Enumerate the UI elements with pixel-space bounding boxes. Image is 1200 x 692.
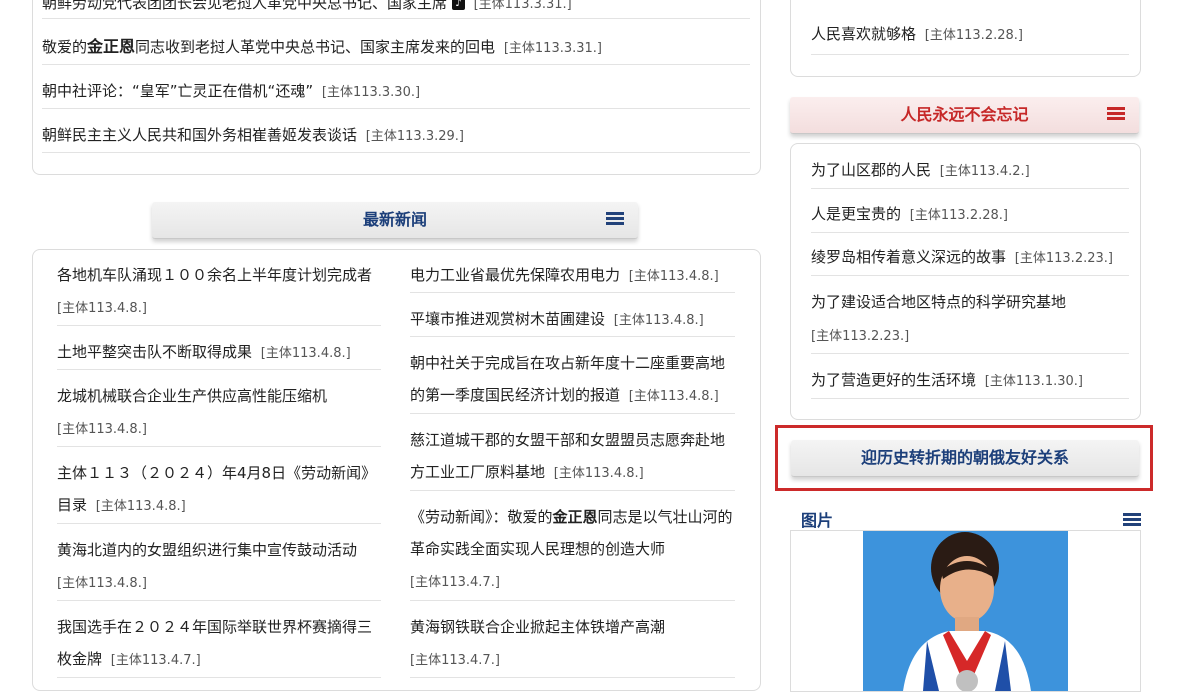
right-top-panel: 人民喜欢就够格 [主体113.2.28.] [790, 0, 1141, 77]
list-item[interactable]: 黄海钢铁联合企业掀起主体铁增产高潮 [主体113.4.7.] [410, 611, 735, 678]
feature-banner-label: 迎历史转折期的朝俄友好关系 [860, 448, 1069, 467]
list-item[interactable]: 人民喜欢就够格 [主体113.2.28.] [811, 18, 1129, 55]
news-date: [主体113.2.28.] [924, 28, 1023, 43]
list-item[interactable]: 人是更宝贵的 [主体113.2.28.] [811, 198, 1129, 233]
news-date: [主体113.4.2.] [939, 164, 1030, 179]
leader-name: 金正恩 [552, 508, 598, 526]
news-link[interactable]: 《劳动新闻》：敬爱的金正恩同志是以气壮山河的革命实践全面实现人民理想的创造大师 [410, 508, 733, 558]
news-date: [主体113.3.29.] [365, 129, 464, 144]
news-date: [主体113.4.8.] [613, 313, 704, 328]
news-date: [主体113.4.8.] [628, 269, 719, 284]
news-date: [主体113.4.8.] [57, 576, 147, 591]
list-item[interactable]: 敬爱的金正恩同志收到老挝人革党中央总书记、国家主席发来的回电 [主体113.3.… [42, 36, 750, 65]
news-date: [主体113.4.8.] [628, 389, 719, 404]
list-item[interactable]: 《劳动新闻》：敬爱的金正恩同志是以气壮山河的革命实践全面实现人民理想的创造大师 … [410, 501, 735, 601]
section-title: 人民永远不会忘记 [900, 105, 1029, 124]
news-link[interactable]: 朝鲜民主主义人民共和国外务相崔善姬发表谈话 [42, 126, 357, 144]
list-item[interactable]: 朝中社评论：“皇军”亡灵正在借机“还魂” [主体113.3.30.] [42, 80, 750, 109]
news-link[interactable]: 朝鲜劳动党代表团团长会见老挝人革党中央总书记、国家主席 [42, 0, 447, 12]
news-date: [主体113.4.8.] [553, 466, 644, 481]
news-date: [主体113.4.7.] [410, 575, 500, 590]
list-item[interactable]: 绫罗岛相传着意义深远的故事 [主体113.2.23.] [811, 241, 1129, 276]
news-date: [主体113.3.31.] [503, 41, 602, 56]
news-link[interactable]: 为了营造更好的生活环境 [811, 371, 976, 389]
news-link[interactable]: 电力工业省最优先保障农用电力 [410, 266, 620, 284]
news-date: [主体113.4.8.] [95, 499, 186, 514]
list-item[interactable]: 朝鲜民主主义人民共和国外务相崔善姬发表谈话 [主体113.3.29.] [42, 124, 750, 153]
list-item[interactable]: 我国选手在２０２４年国际举联世界杯赛摘得三枚金牌 [主体113.4.7.] [57, 611, 381, 678]
news-link[interactable]: 黄海北道内的女盟组织进行集中宣传鼓动活动 [57, 541, 357, 559]
leader-name: 金正恩 [87, 37, 136, 56]
news-link[interactable]: 黄海钢铁联合企业掀起主体铁增产高潮 [410, 618, 665, 636]
list-icon[interactable] [1123, 513, 1141, 529]
news-link[interactable]: 绫罗岛相传着意义深远的故事 [811, 248, 1006, 266]
list-item[interactable]: 朝中社关于完成旨在攻占新年度十二座重要高地的第一季度国民经济计划的报道 [主体1… [410, 347, 735, 414]
news-title-part: 同志收到老挝人革党中央总书记、国家主席发来的回电 [135, 38, 496, 56]
news-link[interactable]: 各地机车队涌现１００余名上半年度计划完成者 [57, 266, 372, 284]
list-item[interactable]: 土地平整突击队不断取得成果 [主体113.4.8.] [57, 336, 381, 370]
feature-banner[interactable]: 迎历史转折期的朝俄友好关系 [791, 440, 1139, 477]
picture-box [790, 530, 1141, 692]
news-date: [主体113.4.8.] [260, 346, 351, 361]
never-forget-heading[interactable]: 人民永远不会忘记 [790, 97, 1139, 134]
never-forget-panel: 为了山区郡的人民 [主体113.4.2.] 人是更宝贵的 [主体113.2.28… [790, 143, 1141, 420]
pictures-heading[interactable]: 图片 [801, 507, 833, 531]
news-link[interactable]: 土地平整突击队不断取得成果 [57, 343, 252, 361]
list-item[interactable]: 慈江道城干郡的女盟干部和女盟盟员志愿奔赴地方工业工厂原料基地 [主体113.4.… [410, 424, 735, 491]
news-title-part: 敬爱的 [42, 38, 88, 56]
list-item[interactable]: 各地机车队涌现１００余名上半年度计划完成者 [主体113.4.8.] [57, 259, 381, 326]
news-link[interactable]: 为了山区郡的人民 [811, 161, 931, 179]
list-item[interactable]: 朝鲜劳动党代表团团长会见老挝人革党中央总书记、国家主席 ♪ [主体113.3.3… [42, 0, 750, 19]
news-link[interactable]: 我国选手在２０２４年国际举联世界杯赛摘得三枚金牌 [57, 618, 372, 668]
section-title: 最新新闻 [362, 210, 427, 229]
news-title-part: 《劳动新闻》：敬爱的 [410, 508, 553, 526]
athlete-photo[interactable] [863, 531, 1068, 691]
list-item[interactable]: 为了建设适合地区特点的科学研究基地 [主体113.2.23.] [811, 286, 1129, 354]
list-item[interactable]: 为了山区郡的人民 [主体113.4.2.] [811, 154, 1129, 189]
list-icon[interactable] [606, 212, 624, 228]
news-link[interactable]: 人民喜欢就够格 [811, 25, 916, 43]
news-link[interactable]: 敬爱的金正恩同志收到老挝人革党中央总书记、国家主席发来的回电 [42, 37, 496, 56]
news-date: [主体113.2.23.] [811, 329, 910, 344]
news-date: [主体113.4.8.] [57, 422, 147, 437]
list-item[interactable]: 电力工业省最优先保障农用电力 [主体113.4.8.] [410, 259, 735, 293]
news-link[interactable]: 平壤市推进观赏树木苗圃建设 [410, 310, 605, 328]
list-item[interactable]: 为了营造更好的生活环境 [主体113.1.30.] [811, 364, 1129, 399]
news-date: [主体113.2.28.] [909, 208, 1008, 223]
news-date: [主体113.2.23.] [1014, 251, 1113, 266]
athlete-illustration [863, 531, 1068, 691]
tiktok-icon: ♪ [451, 0, 465, 10]
news-link[interactable]: 为了建设适合地区特点的科学研究基地 [811, 293, 1066, 311]
news-date: [主体113.3.31.] [473, 0, 572, 12]
latest-news-panel: 各地机车队涌现１００余名上半年度计划完成者 [主体113.4.8.] 土地平整突… [32, 249, 761, 691]
news-link[interactable]: 龙城机械联合企业生产供应高性能压缩机 [57, 387, 327, 405]
top-news-panel: 朝鲜劳动党代表团团长会见老挝人革党中央总书记、国家主席 ♪ [主体113.3.3… [32, 0, 761, 175]
list-item[interactable]: 主体１１３（２０２４）年4月8日《劳动新闻》目录 [主体113.4.8.] [57, 457, 381, 524]
news-date: [主体113.4.7.] [410, 653, 500, 668]
news-date: [主体113.4.8.] [57, 301, 147, 316]
news-link[interactable]: 人是更宝贵的 [811, 205, 901, 223]
list-icon[interactable] [1107, 107, 1125, 123]
news-date: [主体113.1.30.] [984, 374, 1083, 389]
news-date: [主体113.4.7.] [110, 653, 201, 668]
list-item[interactable]: 平壤市推进观赏树木苗圃建设 [主体113.4.8.] [410, 303, 735, 337]
news-date: [主体113.3.30.] [321, 85, 421, 100]
list-item[interactable]: 龙城机械联合企业生产供应高性能压缩机 [主体113.4.8.] [57, 380, 381, 447]
latest-news-heading[interactable]: 最新新闻 [152, 202, 638, 239]
news-link[interactable]: 朝中社评论：“皇军”亡灵正在借机“还魂” [42, 82, 313, 100]
list-item[interactable]: 黄海北道内的女盟组织进行集中宣传鼓动活动 [主体113.4.8.] [57, 534, 381, 601]
